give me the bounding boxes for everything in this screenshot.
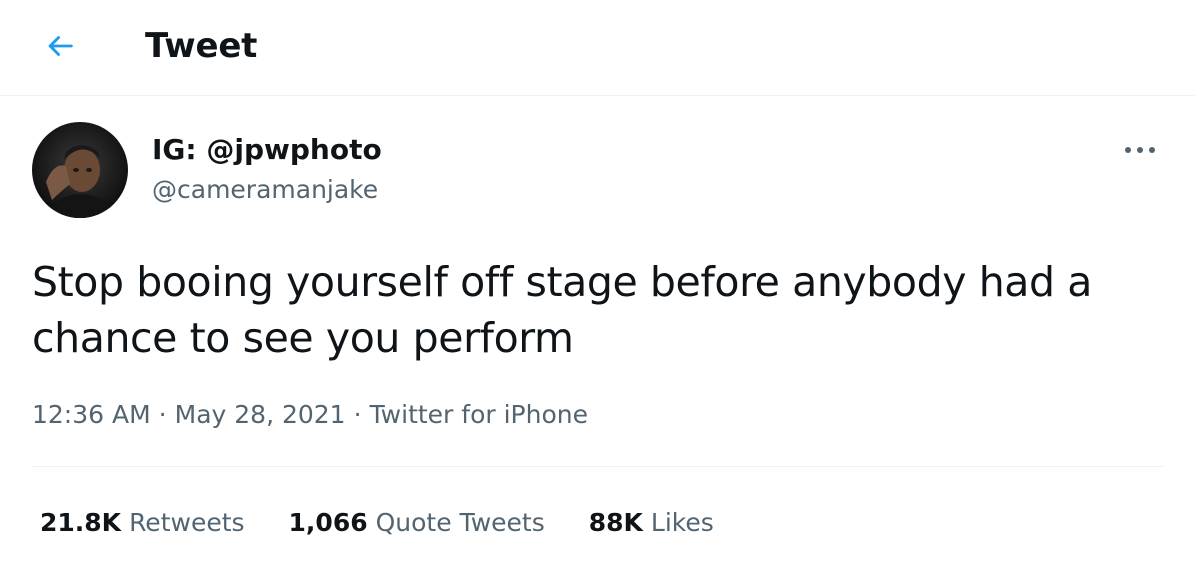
page-title: Tweet bbox=[145, 26, 258, 66]
retweets-stat[interactable]: 21.8K Retweets bbox=[40, 508, 245, 537]
tweet-time[interactable]: 12:36 AM bbox=[32, 400, 151, 429]
likes-count: 88K bbox=[588, 507, 643, 537]
quote-tweets-label: Quote Tweets bbox=[375, 507, 545, 537]
retweets-label: Retweets bbox=[129, 507, 245, 537]
meta-separator: · bbox=[353, 400, 362, 429]
quote-tweets-stat[interactable]: 1,066 Quote Tweets bbox=[289, 508, 545, 537]
tweet-stats: 21.8K Retweets 1,066 Quote Tweets 88K Likes bbox=[40, 502, 758, 542]
tweet-text: Stop booing yourself off stage before an… bbox=[32, 258, 1093, 362]
more-horizontal-icon bbox=[1125, 147, 1155, 153]
avatar[interactable] bbox=[32, 122, 128, 218]
top-bar: Tweet bbox=[0, 0, 1195, 96]
meta-separator: · bbox=[158, 400, 167, 429]
profile-photo bbox=[32, 122, 128, 218]
tweet-meta: 12:36 AM · May 28, 2021 · Twitter for iPhone bbox=[32, 395, 588, 435]
more-button[interactable] bbox=[1118, 132, 1162, 168]
retweets-count: 21.8K bbox=[40, 507, 122, 537]
likes-stat[interactable]: 88K Likes bbox=[589, 508, 714, 537]
divider bbox=[32, 466, 1164, 467]
likes-label: Likes bbox=[650, 507, 714, 537]
user-handle[interactable]: @cameramanjake bbox=[152, 171, 378, 209]
tweet-source[interactable]: Twitter for iPhone bbox=[370, 400, 588, 429]
quote-tweets-count: 1,066 bbox=[288, 507, 368, 537]
arrow-left-icon bbox=[48, 36, 73, 56]
back-button[interactable] bbox=[32, 22, 88, 70]
display-name[interactable]: IG: @jpwphoto bbox=[152, 131, 382, 169]
tweet-date[interactable]: May 28, 2021 bbox=[175, 400, 346, 429]
